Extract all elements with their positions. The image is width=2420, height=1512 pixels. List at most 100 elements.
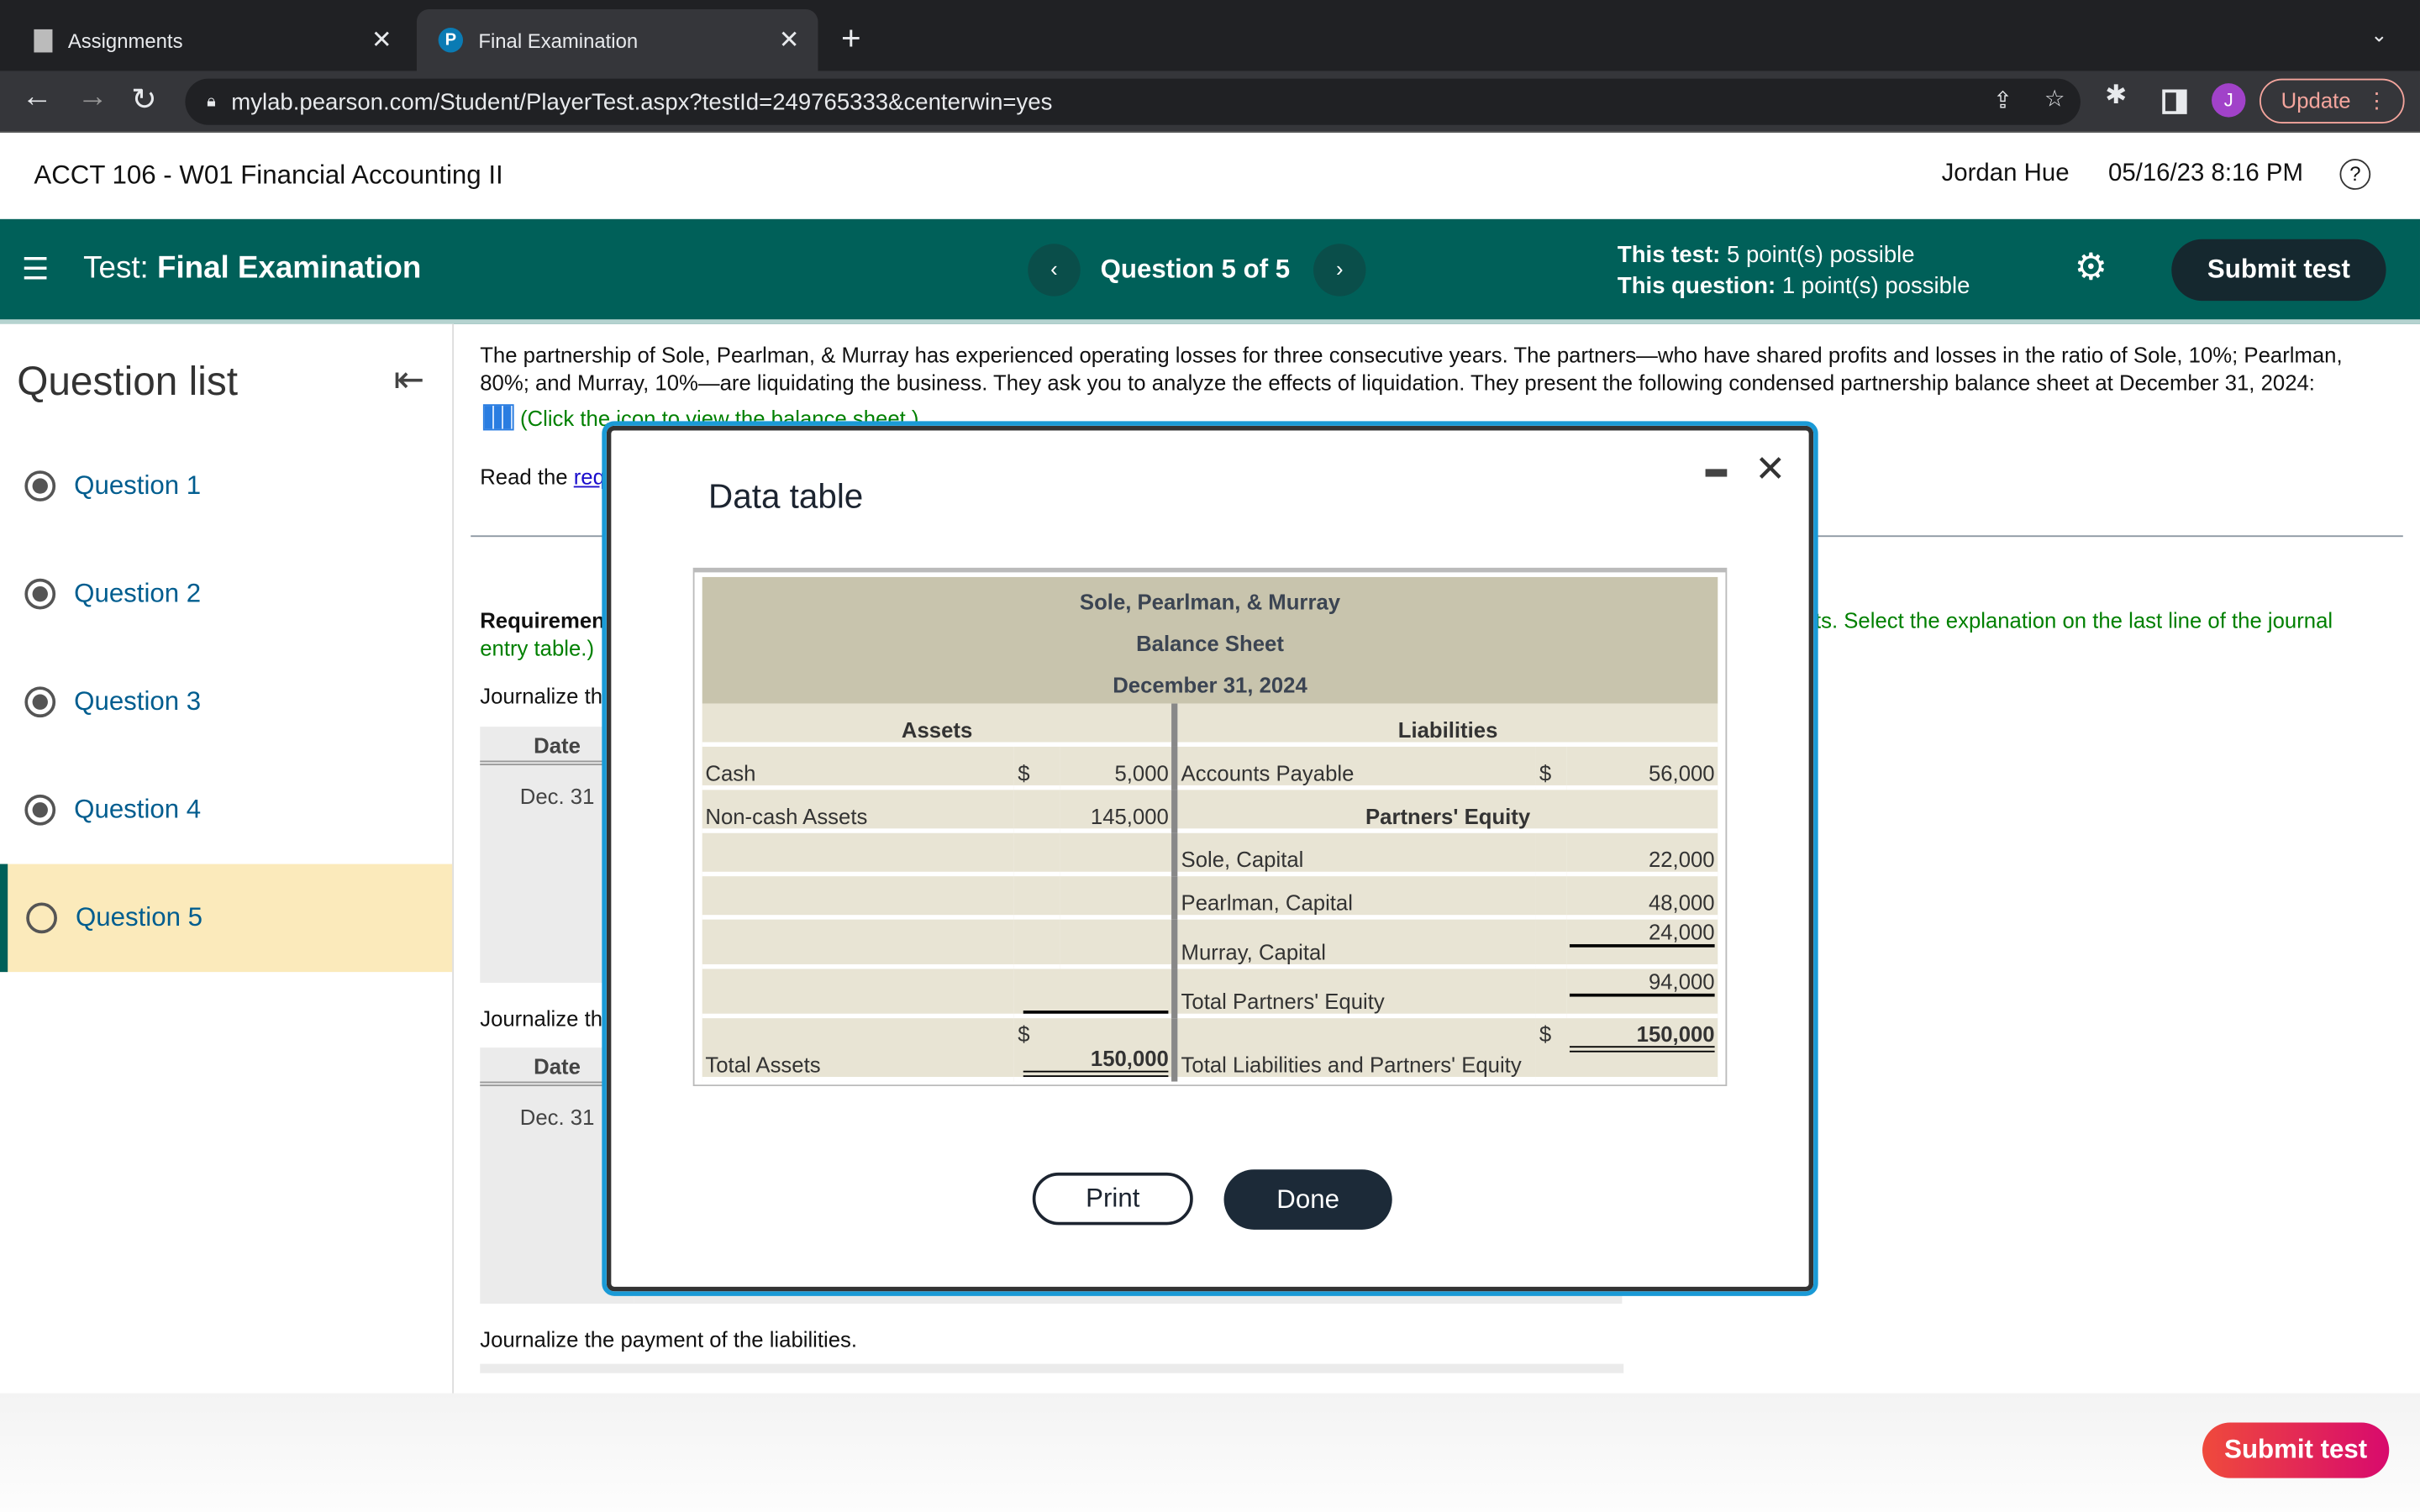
update-button[interactable]: Update ⋮ [2259, 78, 2405, 123]
close-tab-icon[interactable]: ✕ [779, 24, 800, 55]
journalize-instruction-3: Journalize the payment of the liabilitie… [480, 1326, 858, 1352]
previous-question-button[interactable]: ‹ [1028, 244, 1081, 297]
question-points: 1 point(s) possible [1781, 273, 1970, 300]
extensions-icon[interactable]: ✱ [2105, 81, 2127, 112]
answered-radio-icon [24, 794, 56, 826]
lock-icon: 🔒︎ [207, 92, 216, 111]
currency: $ [1018, 1021, 1030, 1047]
test-points-label: This test: [1617, 242, 1721, 269]
more-icon[interactable]: ⋮ [2366, 81, 2388, 123]
back-icon[interactable]: ← [22, 81, 53, 116]
footer: Submit test [0, 1393, 2420, 1512]
update-label: Update [2281, 87, 2351, 113]
answered-radio-icon [24, 470, 56, 501]
requirement-instruction-cont: entry table.) [480, 635, 595, 661]
tab-title: Final Examination [478, 28, 639, 52]
total-liab-equity-value: 150,000 [1569, 1021, 1715, 1053]
equity-value: 24,000 [1569, 920, 1715, 948]
currency: $ [1536, 746, 1567, 790]
print-button[interactable]: Print [1032, 1172, 1193, 1226]
chevron-down-icon[interactable]: ⌄ [2370, 24, 2387, 48]
statement-date: December 31, 2024 [1113, 672, 1307, 698]
balance-sheet-table: Sole, Pearlman, & Murray Balance Sheet D… [692, 567, 1728, 1087]
equity-value: 48,000 [1566, 876, 1718, 920]
question-points-label: This question: [1617, 273, 1776, 300]
tab-final-examination[interactable]: P Final Examination ✕ [416, 9, 818, 71]
journalize-instruction-1: Journalize th [480, 683, 603, 709]
total-equity-label: Total Partners' Equity [1177, 969, 1537, 1019]
test-title: Test: Final Examination [83, 251, 421, 286]
footer-submit-test-button[interactable]: Submit test [2202, 1422, 2390, 1478]
equity-label: Pearlman, Capital [1177, 876, 1537, 920]
collapse-sidebar-icon[interactable]: ⇤ [393, 358, 424, 402]
menu-icon[interactable]: ☰ [22, 250, 50, 289]
sidebar-item-question-2[interactable]: Question 2 [0, 540, 452, 648]
read-requirements: Read the req [480, 463, 605, 491]
equity-label: Sole, Capital [1177, 832, 1537, 877]
sidebar-item-question-1[interactable]: Question 1 [0, 432, 452, 540]
question-intro: The partnership of Sole, Pearlman, & Mur… [480, 342, 2343, 396]
browser-tab-bar: Assignments ✕ P Final Examination ✕ + ⌄ [0, 0, 2420, 71]
equity-value: 22,000 [1566, 832, 1718, 877]
total-liab-equity-label: Total Liabilities and Partners' Equity [1177, 1018, 1537, 1082]
total-equity-value: 94,000 [1569, 969, 1715, 997]
close-tab-icon[interactable]: ✕ [371, 24, 392, 55]
table-grid-icon[interactable] [482, 404, 514, 431]
close-icon[interactable]: ✕ [1754, 448, 1786, 492]
requirement-instruction: ts. Select the explanation on the last l… [1814, 607, 2333, 633]
statement-name: Balance Sheet [1136, 631, 1284, 656]
sidebar-item-question-4[interactable]: Question 4 [0, 756, 452, 864]
unanswered-radio-icon [26, 902, 57, 934]
sidebar-title: Question list [17, 358, 238, 405]
read-prefix: Read the [480, 464, 574, 490]
share-icon[interactable]: ⇪ [1993, 87, 2012, 114]
total-assets-value: 150,000 [1023, 1046, 1169, 1078]
tab-title: Assignments [67, 28, 183, 52]
requirement-label: Requiremen [480, 607, 605, 633]
company-name: Sole, Pearlman, & Murray [1079, 589, 1341, 615]
currency: $ [1539, 1021, 1552, 1047]
equity-header: Partners' Equity [1177, 790, 1718, 833]
done-button[interactable]: Done [1223, 1169, 1392, 1230]
pearson-p-icon: P [438, 28, 464, 53]
requirements-link[interactable]: req [574, 465, 605, 489]
new-tab-button[interactable]: + [841, 18, 861, 59]
liability-value: 56,000 [1566, 746, 1718, 790]
settings-gear-icon[interactable]: ⚙ [2075, 245, 2108, 290]
sidebar-item-question-3[interactable]: Question 3 [0, 648, 452, 756]
star-icon[interactable]: ☆ [2044, 85, 2065, 113]
next-question-button[interactable]: › [1313, 244, 1366, 297]
balance-sheet-body: Assets Liabilities Cash $5,000 Accounts Pay… [702, 703, 1718, 1082]
liabilities-header: Liabilities [1177, 703, 1718, 747]
question-list-sidebar: Question list ⇤ Question 1 Question 2 Qu… [0, 323, 454, 1394]
forward-icon[interactable]: → [77, 81, 108, 116]
dialog-title: Data table [708, 476, 864, 516]
answered-radio-icon [24, 686, 56, 718]
test-header-bar: ☰ Test: Final Examination ‹ Question 5 o… [0, 218, 2420, 324]
minimize-icon[interactable] [1705, 469, 1728, 477]
user-name: Jordan Hue [1941, 160, 2070, 187]
test-prefix: Test: [83, 251, 149, 286]
help-icon[interactable]: ? [2339, 159, 2371, 190]
balance-sheet-heading: Sole, Pearlman, & Murray Balance Sheet D… [702, 576, 1718, 704]
url-input[interactable]: 🔒︎ mylab.pearson.com/Student/PlayerTest.… [185, 78, 2081, 125]
test-points: 5 point(s) possible [1727, 242, 1915, 269]
question-label: Question 2 [74, 578, 202, 608]
journalize-instruction-2: Journalize th [480, 1005, 603, 1031]
question-label: Question 3 [74, 686, 202, 717]
points-info: This test: 5 point(s) possible This ques… [1618, 241, 1970, 302]
question-label: Question 4 [74, 794, 202, 824]
course-header: ACCT 106 - W01 Financial Accounting II J… [0, 132, 2420, 219]
sidebar-item-question-5[interactable]: Question 5 [0, 864, 453, 973]
tab-assignments[interactable]: Assignments ✕ [13, 9, 411, 71]
currency: $ [1014, 746, 1061, 790]
journal-table-3 [480, 1363, 1624, 1373]
side-panel-icon[interactable] [2162, 89, 2187, 114]
course-title: ACCT 106 - W01 Financial Accounting II [34, 160, 503, 190]
asset-label: Cash [702, 746, 1015, 790]
submit-test-button[interactable]: Submit test [2171, 239, 2386, 302]
reload-icon[interactable]: ↻ [131, 81, 157, 119]
profile-avatar[interactable]: J [2212, 83, 2246, 118]
question-label: Question 1 [74, 470, 202, 501]
subtotal-rule [1023, 1011, 1169, 1014]
